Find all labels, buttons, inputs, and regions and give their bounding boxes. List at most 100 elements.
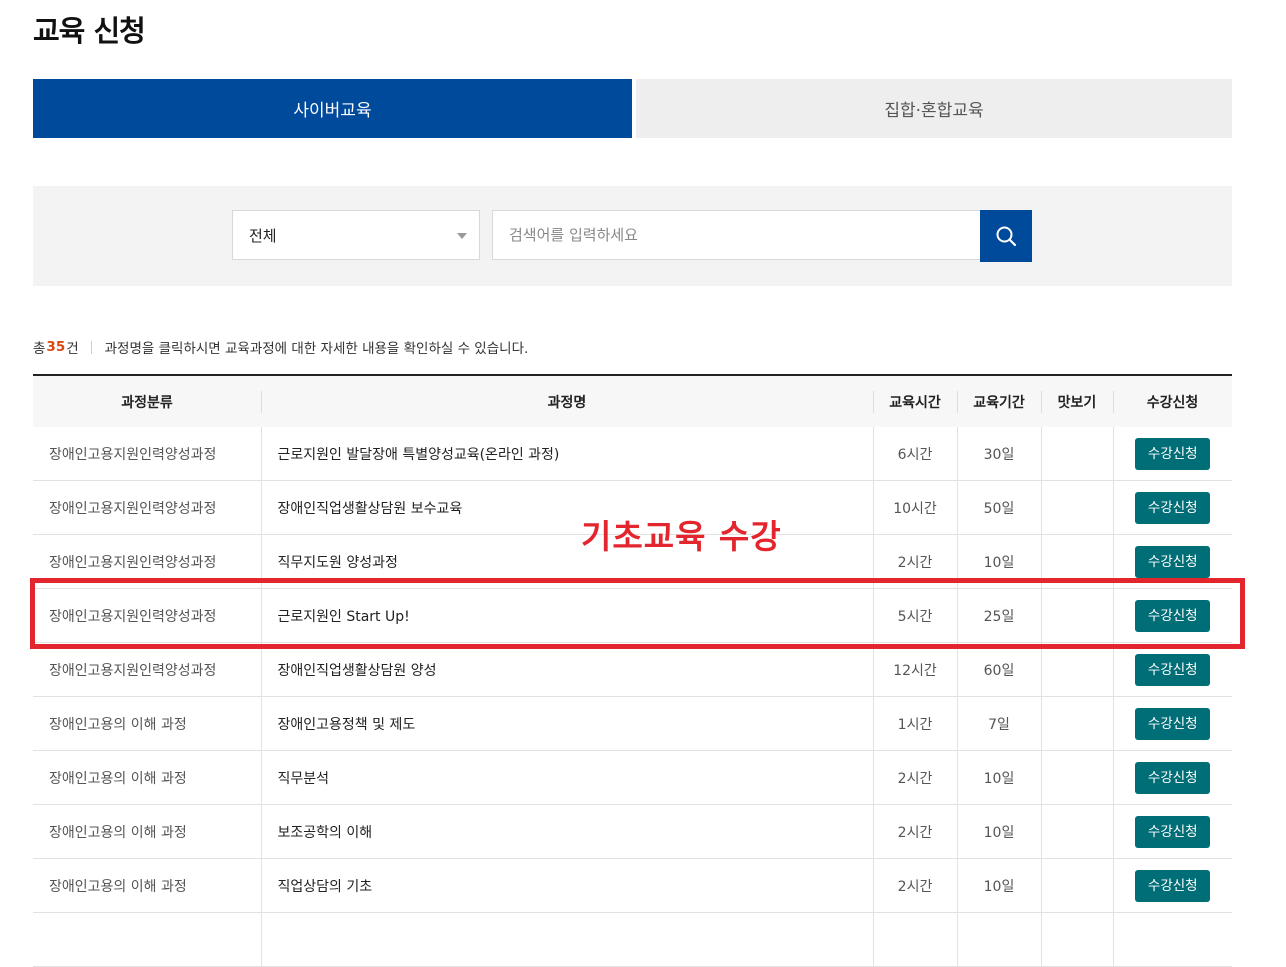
row-period: 10일 [956,858,1041,913]
row-category [33,912,261,967]
total-count: 35 [46,339,66,355]
row-course-name[interactable]: 장애인직업생활상담원 양성 [260,642,873,697]
search-icon [996,226,1017,247]
table-row: 장애인고용의 이해 과정 보조공학의 이해 2시간 10일 수강신청 [33,804,1232,859]
row-hours [872,912,957,967]
row-preview [1040,588,1113,643]
search-panel: 전체 [33,186,1232,286]
category-select-value: 전체 [249,226,277,245]
apply-button[interactable]: 수강신청 [1135,491,1211,524]
row-preview [1040,480,1113,535]
row-preview [1040,427,1113,481]
row-category: 장애인고용지원인력양성과정 [33,480,261,535]
tab-blended-education[interactable]: 집합·혼합교육 [636,79,1232,138]
row-course-name[interactable] [260,912,873,967]
row-course-name[interactable]: 근로지원인 Start Up! [260,588,873,643]
apply-button[interactable]: 수강신청 [1135,437,1211,470]
row-course-name[interactable]: 근로지원인 발달장애 특별양성교육(온라인 과정) [260,427,873,481]
row-preview [1040,696,1113,751]
row-category: 장애인고용지원인력양성과정 [33,427,261,481]
row-preview [1040,858,1113,913]
apply-button[interactable]: 수강신청 [1135,707,1211,740]
row-period: 30일 [956,427,1041,481]
row-apply-cell: 수강신청 [1112,696,1232,751]
apply-button[interactable]: 수강신청 [1135,599,1211,632]
table-row: 장애인고용의 이해 과정 장애인고용정책 및 제도 1시간 7일 수강신청 [33,696,1232,751]
apply-button[interactable]: 수강신청 [1135,545,1211,578]
row-category: 장애인고용의 이해 과정 [33,804,261,859]
row-apply-cell: 수강신청 [1112,588,1232,643]
row-period [956,912,1041,967]
row-period: 60일 [956,642,1041,697]
header-apply: 수강신청 [1113,374,1232,427]
apply-button[interactable]: 수강신청 [1135,653,1211,686]
course-table: 과정분류 과정명 교육시간 교육기간 맛보기 수강신청 장애인고용지원인력양성과… [33,374,1232,967]
header-hours: 교육시간 [873,374,957,427]
category-select[interactable]: 전체 [232,210,480,260]
row-course-name[interactable]: 보조공학의 이해 [260,804,873,859]
row-hours: 1시간 [872,696,957,751]
page-title: 교육 신청 [33,14,146,48]
row-category: 장애인고용지원인력양성과정 [33,534,261,589]
result-summary: 총 35 건 과정명을 클릭하시면 교육과정에 대한 자세한 내용을 확인하실 … [33,337,528,357]
education-type-tabs: 사이버교육 집합·혼합교육 [33,79,1232,138]
row-apply-cell: 수강신청 [1112,480,1232,535]
apply-button[interactable]: 수강신청 [1135,869,1211,902]
row-category: 장애인고용의 이해 과정 [33,858,261,913]
row-hours: 12시간 [872,642,957,697]
summary-note: 과정명을 클릭하시면 교육과정에 대한 자세한 내용을 확인하실 수 있습니다. [104,341,529,357]
row-apply-cell [1112,912,1232,967]
row-period: 10일 [956,534,1041,589]
row-period: 10일 [956,804,1041,859]
row-preview [1040,750,1113,805]
row-hours: 10시간 [872,480,957,535]
row-apply-cell: 수강신청 [1112,804,1232,859]
row-period: 10일 [956,750,1041,805]
total-prefix: 총 [33,341,46,357]
row-course-name[interactable]: 직무분석 [260,750,873,805]
table-row: 장애인고용지원인력양성과정 근로지원인 발달장애 특별양성교육(온라인 과정) … [33,427,1232,481]
header-period: 교육기간 [957,374,1041,427]
row-category: 장애인고용의 이해 과정 [33,696,261,751]
row-apply-cell: 수강신청 [1112,534,1232,589]
row-hours: 2시간 [872,858,957,913]
table-row: 장애인고용지원인력양성과정 근로지원인 Start Up! 5시간 25일 수강… [33,588,1232,643]
search-input[interactable] [492,210,981,260]
row-hours: 5시간 [872,588,957,643]
row-hours: 2시간 [872,534,957,589]
row-apply-cell: 수강신청 [1112,750,1232,805]
header-course-name: 과정명 [261,374,873,427]
header-preview: 맛보기 [1041,374,1113,427]
row-category: 장애인고용지원인력양성과정 [33,588,261,643]
row-course-name[interactable]: 장애인고용정책 및 제도 [260,696,873,751]
table-header-row: 과정분류 과정명 교육시간 교육기간 맛보기 수강신청 [33,374,1232,427]
row-course-name[interactable]: 직업상담의 기초 [260,858,873,913]
table-row: 장애인고용의 이해 과정 직무분석 2시간 10일 수강신청 [33,750,1232,805]
row-preview [1040,804,1113,859]
row-preview [1040,642,1113,697]
table-row: 장애인고용의 이해 과정 직업상담의 기초 2시간 10일 수강신청 [33,858,1232,913]
divider [90,340,92,354]
row-preview [1040,534,1113,589]
header-category: 과정분류 [33,374,261,427]
table-row: 장애인고용지원인력양성과정 장애인직업생활상담원 양성 12시간 60일 수강신… [33,642,1232,697]
row-apply-cell: 수강신청 [1112,858,1232,913]
row-apply-cell: 수강신청 [1112,427,1232,481]
row-hours: 6시간 [872,427,957,481]
row-period: 7일 [956,696,1041,751]
row-hours: 2시간 [872,804,957,859]
apply-button[interactable]: 수강신청 [1135,815,1211,848]
row-period: 50일 [956,480,1041,535]
chevron-down-icon [457,233,467,239]
search-button[interactable] [980,210,1032,262]
row-category: 장애인고용의 이해 과정 [33,750,261,805]
row-apply-cell: 수강신청 [1112,642,1232,697]
row-preview [1040,912,1113,967]
table-row [33,912,1232,967]
total-suffix: 건 [66,341,79,357]
apply-button[interactable]: 수강신청 [1135,761,1211,794]
tab-cyber-education[interactable]: 사이버교육 [33,79,632,138]
row-hours: 2시간 [872,750,957,805]
row-period: 25일 [956,588,1041,643]
annotation-label: 기초교육 수강 [581,517,782,556]
